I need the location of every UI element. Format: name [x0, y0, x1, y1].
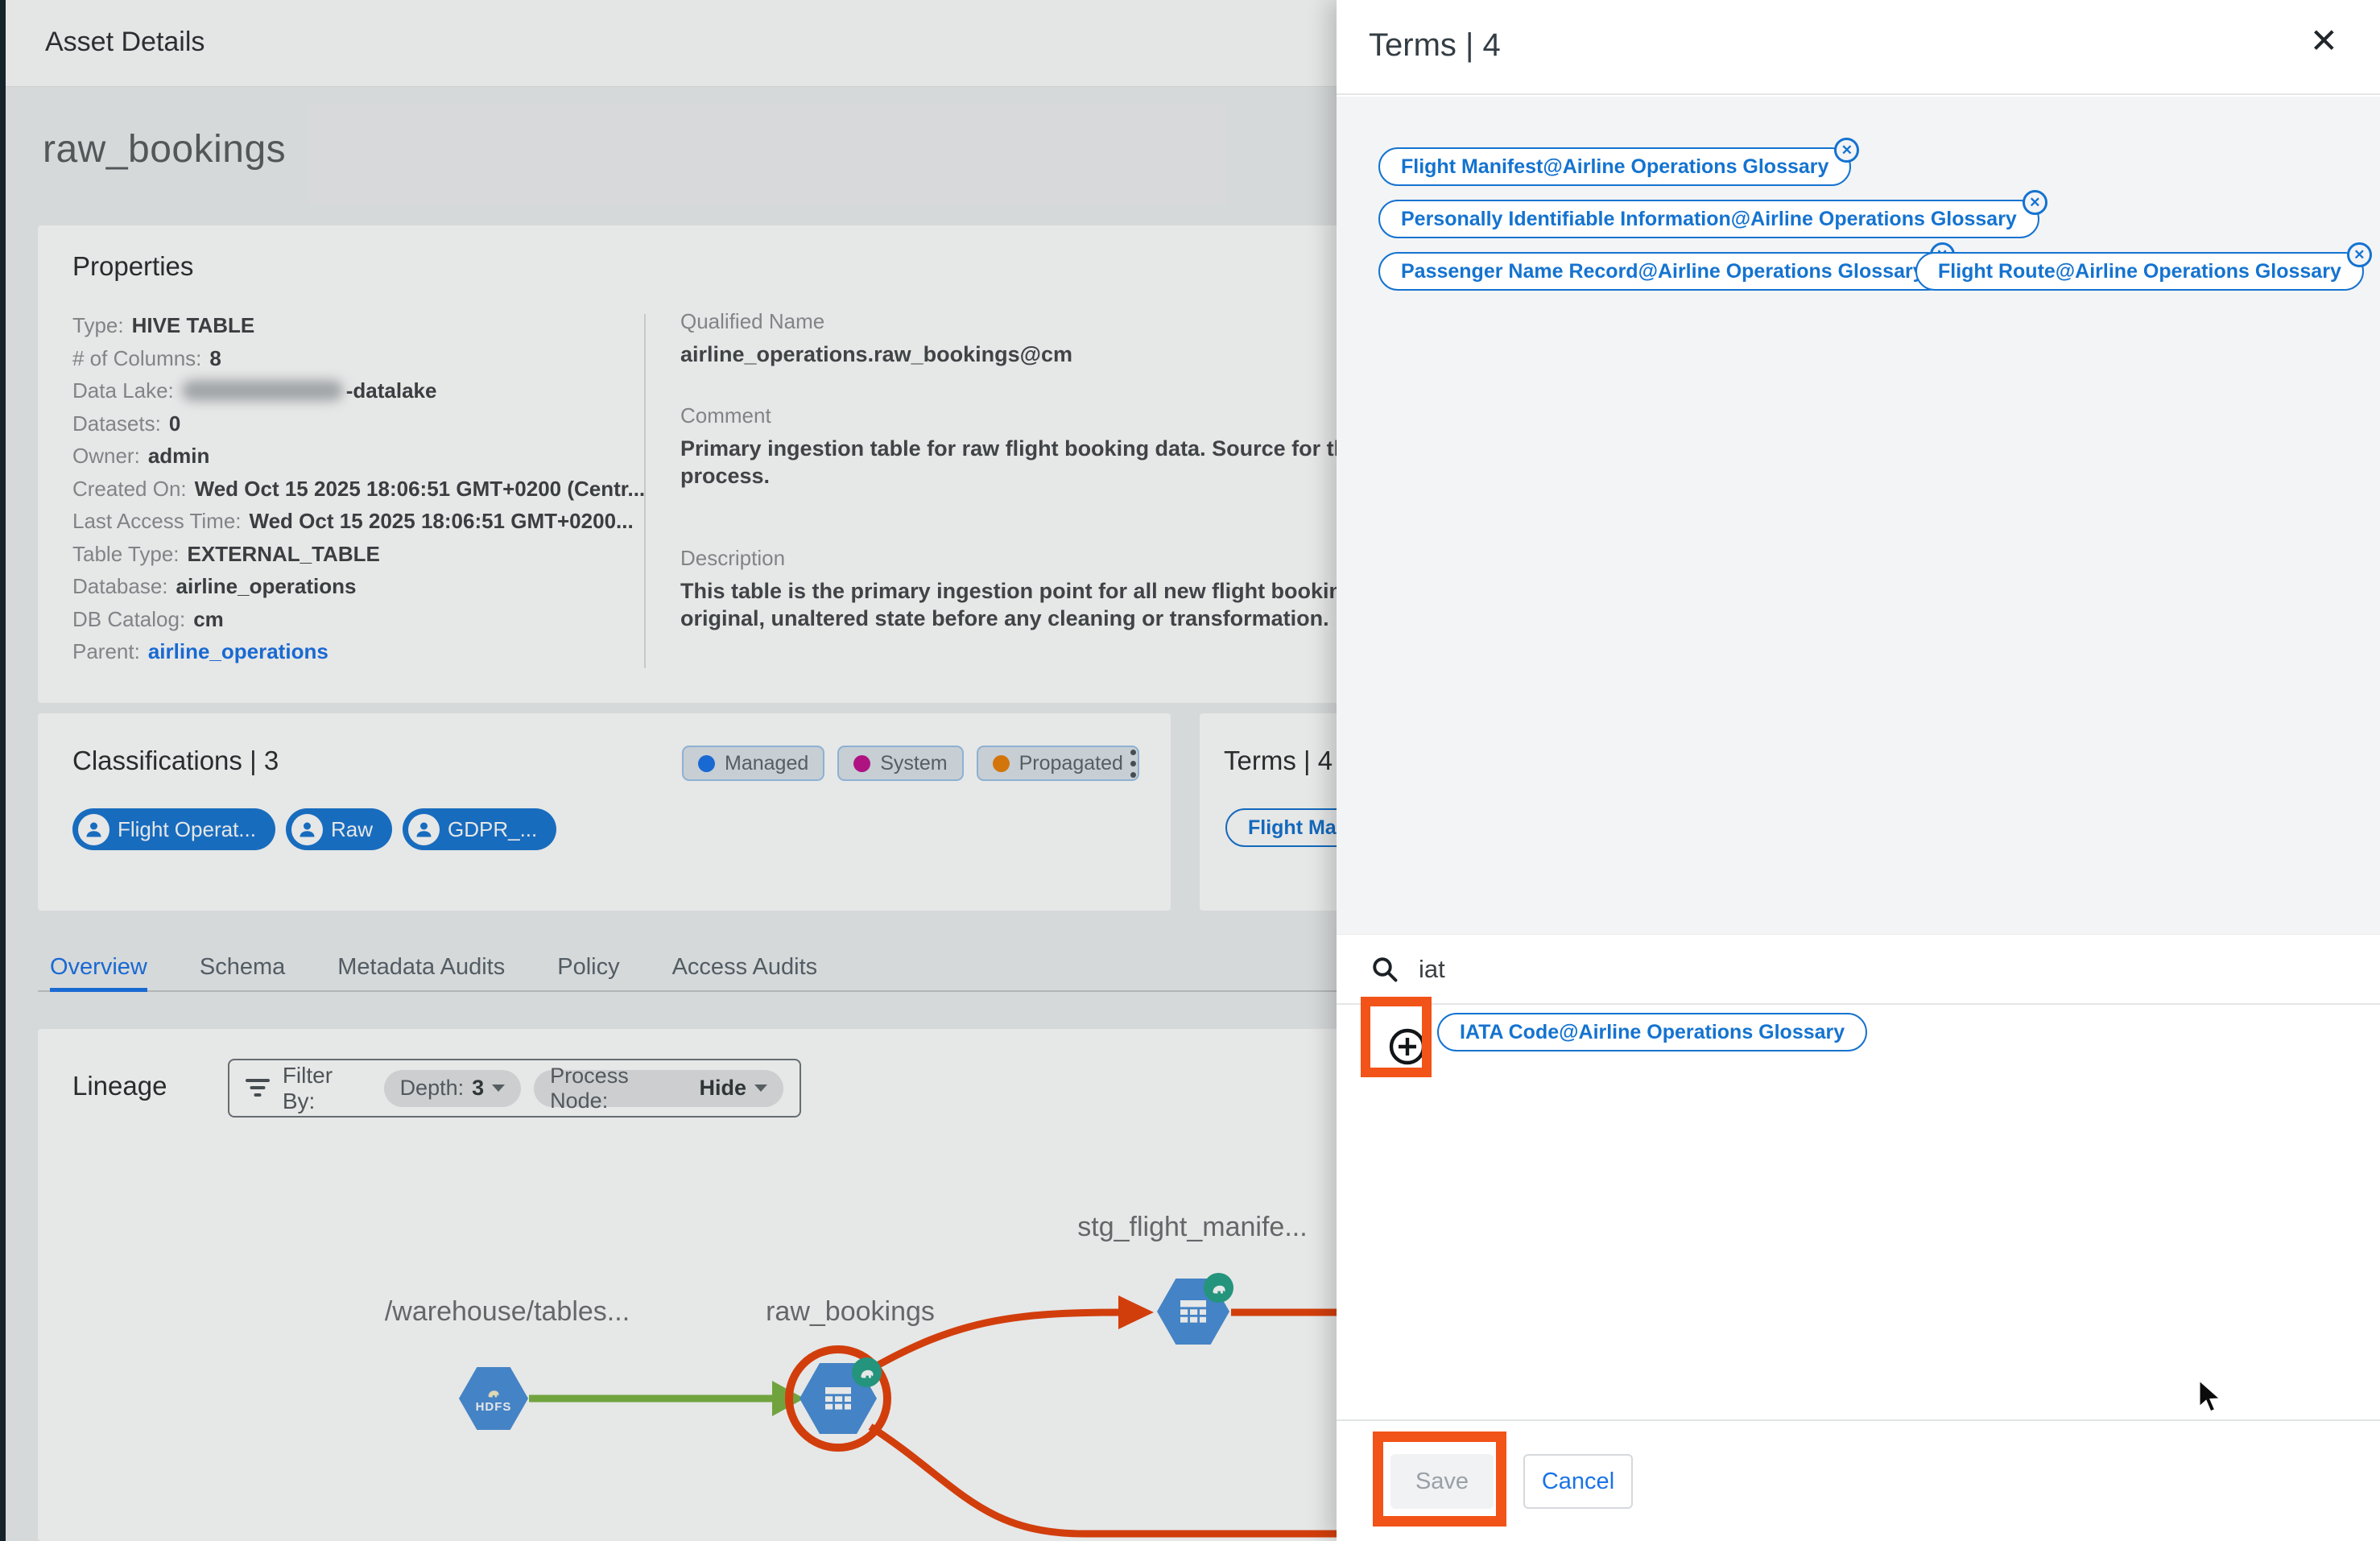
remove-term-icon[interactable]: ✕	[2347, 242, 2372, 267]
term-suggestion-row: IATA Code@Airline Operations Glossary	[1337, 1005, 2380, 1101]
selected-term-chip[interactable]: Passenger Name Record@Airline Operations…	[1378, 252, 1947, 291]
modal-dim-overlay	[0, 0, 1337, 1541]
term-chip-label: Passenger Name Record@Airline Operations…	[1401, 260, 1924, 283]
screen: Asset Details raw_bookings Properties Ty…	[0, 0, 2380, 1541]
search-icon	[1370, 955, 1399, 984]
term-chip-label: Personally Identifiable Information@Airl…	[1401, 208, 2017, 231]
selected-term-chip[interactable]: Personally Identifiable Information@Airl…	[1378, 200, 2039, 238]
annotation-box-add-icon	[1361, 997, 1432, 1077]
drawer-header: Terms | 4 ✕	[1337, 0, 2380, 95]
term-search-row[interactable]: iat	[1337, 934, 2380, 1005]
drawer-title: Terms | 4	[1369, 27, 1501, 64]
terms-drawer: Terms | 4 ✕ iat IATA Code@Airline Operat…	[1337, 0, 2380, 1541]
mouse-cursor	[2195, 1378, 2227, 1415]
term-chip-label: Flight Route@Airline Operations Glossary	[1938, 260, 2341, 283]
cancel-button[interactable]: Cancel	[1523, 1454, 1633, 1509]
selected-term-chip[interactable]: Flight Manifest@Airline Operations Gloss…	[1378, 147, 1851, 186]
search-input[interactable]: iat	[1419, 955, 1445, 984]
selected-term-chip[interactable]: Flight Route@Airline Operations Glossary…	[1915, 252, 2364, 291]
annotation-box-save-button	[1373, 1432, 1506, 1527]
term-chip-label: Flight Manifest@Airline Operations Gloss…	[1401, 155, 1828, 179]
footer-divider	[1337, 1419, 2380, 1421]
close-icon[interactable]: ✕	[2310, 24, 2338, 58]
remove-term-icon[interactable]: ✕	[2023, 190, 2047, 215]
suggested-term-chip[interactable]: IATA Code@Airline Operations Glossary	[1437, 1013, 1867, 1051]
